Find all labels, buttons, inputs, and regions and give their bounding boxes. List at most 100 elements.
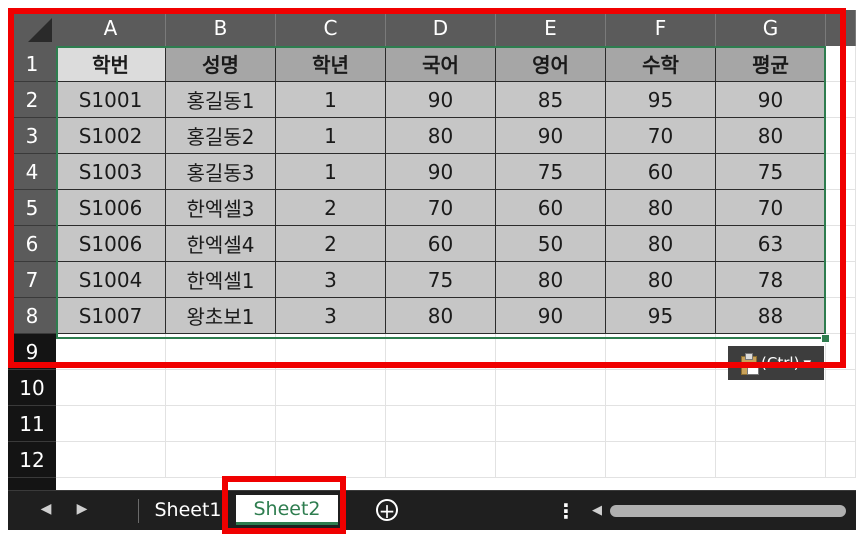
empty-cell[interactable]	[496, 406, 606, 442]
table-cell[interactable]: 88	[716, 298, 826, 334]
empty-cell[interactable]	[56, 370, 166, 406]
column-header-a[interactable]: A	[56, 10, 166, 46]
column-header-b[interactable]: B	[166, 10, 276, 46]
row-header-11[interactable]: 11	[8, 406, 56, 442]
table-cell[interactable]: 80	[386, 298, 496, 334]
empty-cell[interactable]	[606, 442, 716, 478]
row-header-5[interactable]: 5	[8, 190, 56, 226]
column-header-d[interactable]: D	[386, 10, 496, 46]
table-cell[interactable]: 95	[606, 82, 716, 118]
empty-cell[interactable]	[496, 334, 606, 370]
row-header-10[interactable]: 10	[8, 370, 56, 406]
cell-grid[interactable]: 학번 성명 학년 국어 영어 수학 평균 S1001 홍길동1 1 90 85 95 90 S1002 홍길동…	[56, 46, 856, 490]
column-header-e[interactable]: E	[496, 10, 606, 46]
empty-cell[interactable]	[496, 442, 606, 478]
empty-cell[interactable]	[826, 226, 856, 262]
table-cell[interactable]: 1	[276, 154, 386, 190]
select-all-corner[interactable]	[8, 10, 56, 46]
fill-handle[interactable]	[821, 334, 830, 343]
table-cell[interactable]: 63	[716, 226, 826, 262]
table-cell[interactable]: 홍길동2	[166, 118, 276, 154]
table-cell[interactable]: 60	[496, 190, 606, 226]
table-cell[interactable]: 80	[606, 226, 716, 262]
table-cell[interactable]: 한엑셀3	[166, 190, 276, 226]
empty-cell[interactable]	[56, 334, 166, 370]
empty-cell[interactable]	[826, 82, 856, 118]
more-icon[interactable]: ⋮	[556, 499, 576, 523]
empty-cell[interactable]	[606, 370, 716, 406]
empty-cell[interactable]	[276, 406, 386, 442]
table-header-cell[interactable]: 학번	[56, 46, 166, 82]
table-cell[interactable]: S1006	[56, 226, 166, 262]
column-header-h[interactable]	[826, 10, 856, 46]
prev-sheet-icon[interactable]: ◀	[36, 501, 56, 517]
row-header-3[interactable]: 3	[8, 118, 56, 154]
empty-cell[interactable]	[826, 154, 856, 190]
empty-cell[interactable]	[166, 406, 276, 442]
table-cell[interactable]: 80	[716, 118, 826, 154]
table-cell[interactable]: 75	[496, 154, 606, 190]
empty-cell[interactable]	[826, 406, 856, 442]
table-header-cell[interactable]: 영어	[496, 46, 606, 82]
table-cell[interactable]: 3	[276, 298, 386, 334]
scroll-thumb[interactable]	[610, 505, 846, 517]
table-cell[interactable]: 왕초보1	[166, 298, 276, 334]
table-cell[interactable]: S1003	[56, 154, 166, 190]
empty-cell[interactable]	[826, 334, 856, 370]
table-cell[interactable]: S1006	[56, 190, 166, 226]
table-cell[interactable]: 50	[496, 226, 606, 262]
paste-options-button[interactable]: (Ctrl) ▾	[728, 346, 824, 380]
table-cell[interactable]: 70	[386, 190, 496, 226]
table-cell[interactable]: S1004	[56, 262, 166, 298]
empty-cell[interactable]	[826, 442, 856, 478]
empty-cell[interactable]	[386, 406, 496, 442]
next-sheet-icon[interactable]: ▶	[72, 501, 92, 517]
table-cell[interactable]: 70	[606, 118, 716, 154]
column-header-f[interactable]: F	[606, 10, 716, 46]
empty-cell[interactable]	[386, 334, 496, 370]
table-cell[interactable]: 90	[716, 82, 826, 118]
row-header-4[interactable]: 4	[8, 154, 56, 190]
table-cell[interactable]: 85	[496, 82, 606, 118]
table-cell[interactable]: 1	[276, 118, 386, 154]
column-header-c[interactable]: C	[276, 10, 386, 46]
table-cell[interactable]: 홍길동3	[166, 154, 276, 190]
table-cell[interactable]: 75	[386, 262, 496, 298]
empty-cell[interactable]	[826, 118, 856, 154]
empty-cell[interactable]	[276, 370, 386, 406]
table-cell[interactable]: 80	[606, 190, 716, 226]
empty-cell[interactable]	[166, 334, 276, 370]
row-header-12[interactable]: 12	[8, 442, 56, 478]
table-cell[interactable]: 홍길동1	[166, 82, 276, 118]
table-cell[interactable]: 80	[496, 262, 606, 298]
table-cell[interactable]: 80	[606, 262, 716, 298]
table-cell[interactable]: 60	[606, 154, 716, 190]
table-header-cell[interactable]: 평균	[716, 46, 826, 82]
table-cell[interactable]: 90	[386, 154, 496, 190]
table-cell[interactable]: 90	[386, 82, 496, 118]
table-cell[interactable]: S1002	[56, 118, 166, 154]
tab-sheet1[interactable]: Sheet1	[148, 495, 228, 525]
table-cell[interactable]: 90	[496, 118, 606, 154]
empty-cell[interactable]	[716, 406, 826, 442]
empty-cell[interactable]	[56, 406, 166, 442]
table-cell[interactable]: 3	[276, 262, 386, 298]
empty-cell[interactable]	[166, 442, 276, 478]
empty-cell[interactable]	[826, 298, 856, 334]
empty-cell[interactable]	[606, 334, 716, 370]
empty-cell[interactable]	[166, 370, 276, 406]
table-cell[interactable]: 90	[496, 298, 606, 334]
table-cell[interactable]: 80	[386, 118, 496, 154]
row-header-1[interactable]: 1	[8, 46, 56, 82]
table-cell[interactable]: 한엑셀4	[166, 226, 276, 262]
empty-cell[interactable]	[716, 442, 826, 478]
row-header-9[interactable]: 9	[8, 334, 56, 370]
row-header-8[interactable]: 8	[8, 298, 56, 334]
empty-cell[interactable]	[386, 442, 496, 478]
empty-cell[interactable]	[276, 334, 386, 370]
empty-cell[interactable]	[826, 190, 856, 226]
table-header-cell[interactable]: 학년	[276, 46, 386, 82]
table-cell[interactable]: S1001	[56, 82, 166, 118]
row-header-6[interactable]: 6	[8, 226, 56, 262]
table-cell[interactable]: 75	[716, 154, 826, 190]
